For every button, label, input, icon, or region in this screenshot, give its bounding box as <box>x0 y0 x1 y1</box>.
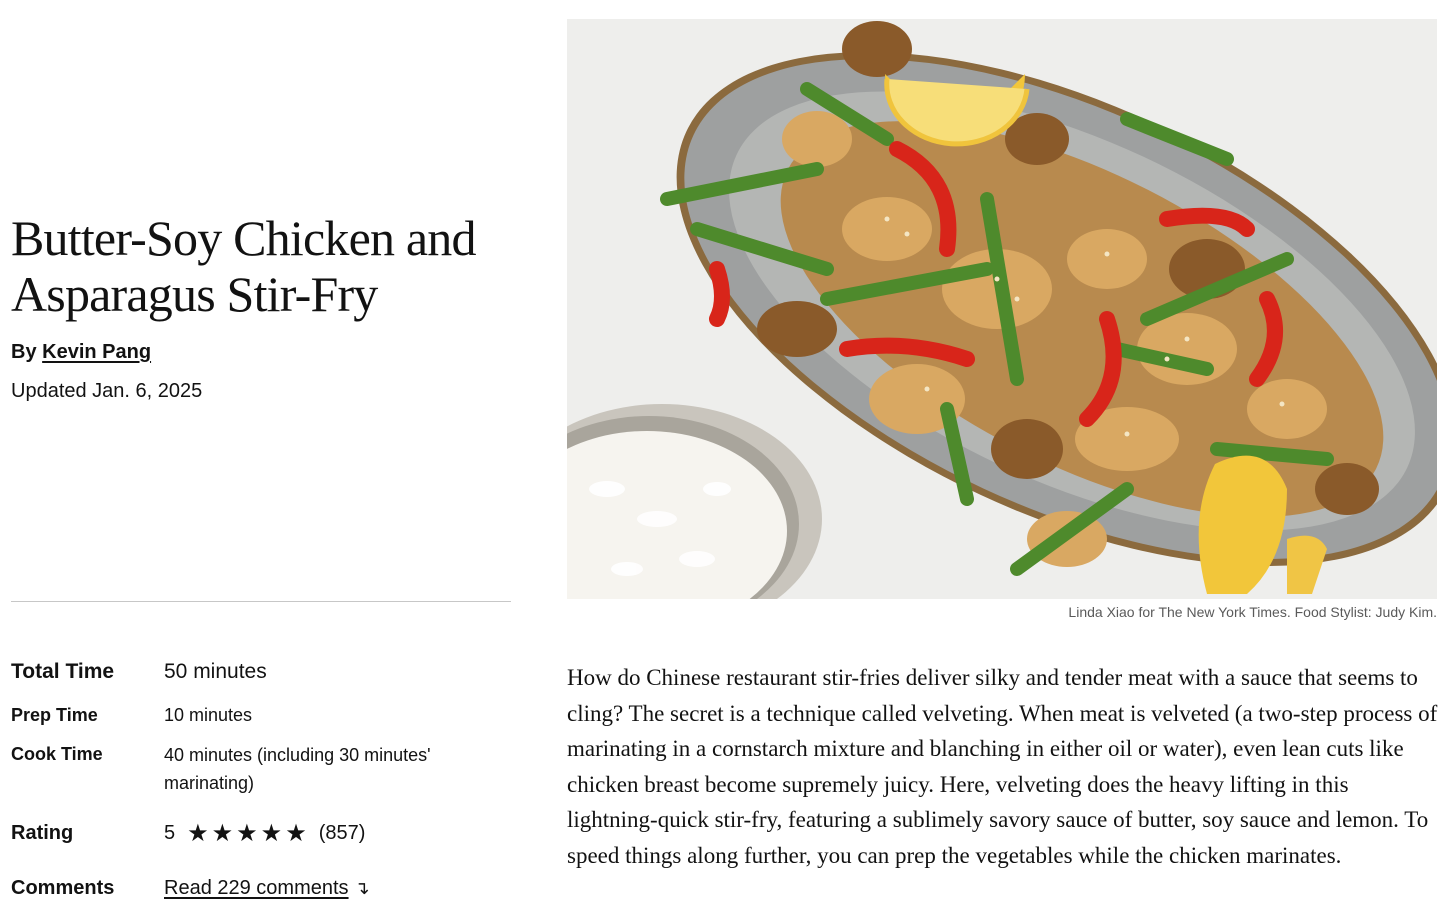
comments-link-group[interactable]: Read 229 comments ↴ <box>164 877 370 900</box>
stat-label: Cook Time <box>11 744 103 764</box>
recipe-photo <box>567 19 1437 599</box>
updated-date: Updated Jan. 6, 2025 <box>11 380 203 402</box>
stat-label: Total Time <box>11 660 115 683</box>
star-icon: ★ <box>211 819 234 847</box>
stat-value: 50 minutes <box>164 660 267 683</box>
author-link[interactable]: Kevin Pang <box>42 341 151 363</box>
stat-label: Rating <box>11 822 74 844</box>
stat-value: 10 minutes <box>164 705 253 725</box>
rating-value-group: 5 ★ ★ ★ ★ ★ (857) <box>164 819 366 847</box>
rating-stars[interactable]: ★ ★ ★ ★ ★ <box>187 819 307 847</box>
stat-label: Prep Time <box>11 705 98 725</box>
recipe-title: Butter-Soy Chicken and Asparagus Stir-Fr… <box>11 210 476 322</box>
stat-label: Comments <box>11 877 115 899</box>
byline-prefix: By <box>11 341 37 363</box>
comments-link[interactable]: Read 229 comments <box>164 877 349 899</box>
star-icon: ★ <box>236 819 258 847</box>
byline: By Kevin Pang <box>11 341 151 364</box>
star-icon: ★ <box>285 819 307 847</box>
stat-value: 40 minutes (including 30 minutes' marina… <box>164 745 431 793</box>
photo-credit: Linda Xiao for The New York Times. Food … <box>1068 604 1437 620</box>
food-photo-illustration <box>567 19 1437 599</box>
recipe-intro: How do Chinese restaurant stir-fries del… <box>567 665 1438 868</box>
rating-value: 5 <box>164 822 176 844</box>
rating-count: (857) <box>318 822 366 844</box>
star-icon: ★ <box>260 819 283 847</box>
star-icon: ★ <box>187 819 209 847</box>
arrow-down-icon: ↴ <box>354 878 370 898</box>
divider <box>11 601 511 602</box>
